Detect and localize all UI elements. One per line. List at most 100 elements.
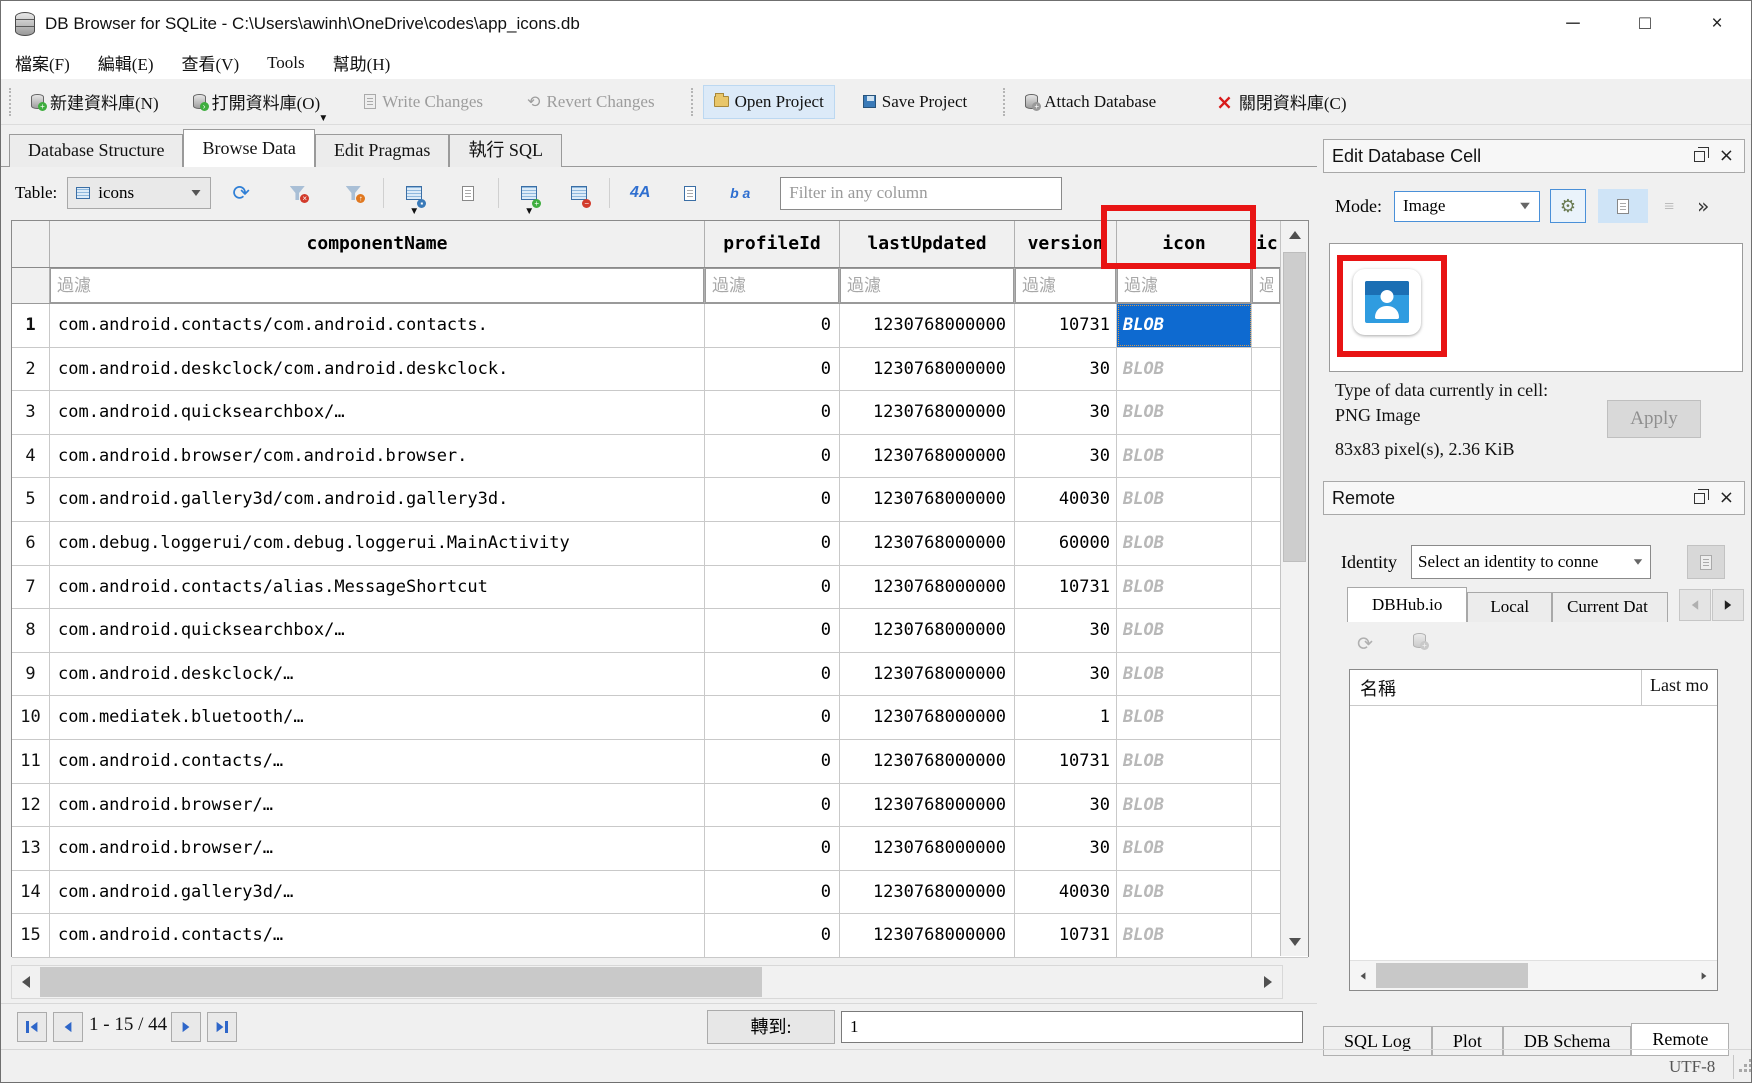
- remote-column-last-modified[interactable]: Last mo: [1642, 670, 1717, 705]
- cell-icon[interactable]: BLOB: [1117, 696, 1252, 739]
- minimize-button[interactable]: ─: [1537, 1, 1609, 46]
- remote-column-name[interactable]: 名稱: [1350, 670, 1642, 705]
- menu-help[interactable]: 幫助(H): [319, 50, 405, 75]
- revert-changes-button[interactable]: ⟲ Revert Changes: [517, 86, 665, 118]
- delete-record-button[interactable]: −: [567, 181, 591, 205]
- cell-partial[interactable]: [1252, 653, 1280, 696]
- tab-scroll-left-button[interactable]: [1679, 589, 1711, 621]
- dock-tab-plot[interactable]: Plot: [1432, 1026, 1503, 1056]
- row-number[interactable]: 6: [12, 522, 50, 565]
- cell-profileId[interactable]: 0: [705, 871, 840, 914]
- remote-database-icon[interactable]: +: [1413, 633, 1426, 648]
- document-format-button[interactable]: [678, 181, 702, 205]
- row-number[interactable]: 11: [12, 740, 50, 783]
- cell-profileId[interactable]: 0: [705, 522, 840, 565]
- cell-componentName[interactable]: com.android.gallery3d/…: [50, 871, 705, 914]
- cell-icon[interactable]: BLOB: [1117, 435, 1252, 478]
- row-number[interactable]: 12: [12, 784, 50, 827]
- filter-lastUpdated[interactable]: [840, 268, 1015, 303]
- cell-partial[interactable]: [1252, 609, 1280, 652]
- cell-profileId[interactable]: 0: [705, 740, 840, 783]
- tab-scroll-right-button[interactable]: [1712, 589, 1744, 621]
- cell-partial[interactable]: [1252, 435, 1280, 478]
- cell-icon[interactable]: BLOB: [1117, 348, 1252, 391]
- column-header-lastUpdated[interactable]: lastUpdated: [840, 221, 1015, 267]
- cell-componentName[interactable]: com.android.quicksearchbox/…: [50, 609, 705, 652]
- row-number[interactable]: 13: [12, 827, 50, 870]
- cell-icon[interactable]: BLOB: [1117, 740, 1252, 783]
- cell-version[interactable]: 30: [1015, 391, 1117, 434]
- scroll-left-button[interactable]: [12, 966, 40, 998]
- new-database-button[interactable]: + 新建資料庫(N): [21, 83, 169, 120]
- tab-dbhub[interactable]: DBHub.io: [1347, 587, 1467, 622]
- word-wrap-icon[interactable]: ≡: [1664, 196, 1673, 217]
- cell-icon[interactable]: BLOB: [1117, 914, 1252, 957]
- cell-profileId[interactable]: 0: [705, 696, 840, 739]
- refresh-button[interactable]: ⟳: [229, 181, 253, 205]
- scroll-down-button[interactable]: [1281, 928, 1308, 956]
- text-format-button[interactable]: b a: [728, 181, 752, 205]
- scroll-thumb[interactable]: [1376, 963, 1528, 988]
- vertical-scrollbar[interactable]: [1280, 221, 1308, 956]
- cell-icon[interactable]: BLOB: [1117, 304, 1252, 347]
- cell-version[interactable]: 30: [1015, 609, 1117, 652]
- cell-partial[interactable]: [1252, 391, 1280, 434]
- cell-icon[interactable]: BLOB: [1117, 784, 1252, 827]
- insert-dropdown-icon[interactable]: ▼: [524, 206, 534, 217]
- cell-lastUpdated[interactable]: 1230768000000: [840, 696, 1015, 739]
- cell-version[interactable]: 1: [1015, 696, 1117, 739]
- cell-componentName[interactable]: com.android.contacts/…: [50, 740, 705, 783]
- cell-version[interactable]: 10731: [1015, 566, 1117, 609]
- tab-local[interactable]: Local: [1467, 592, 1552, 622]
- goto-record-input[interactable]: [841, 1011, 1303, 1043]
- maximize-button[interactable]: □: [1609, 1, 1681, 46]
- auto-detect-button[interactable]: ⚙: [1550, 189, 1586, 223]
- cell-partial[interactable]: [1252, 348, 1280, 391]
- cell-version[interactable]: 40030: [1015, 478, 1117, 521]
- close-database-button[interactable]: × 關閉資料庫(C): [1206, 83, 1356, 120]
- tab-execute-sql[interactable]: 執行 SQL: [449, 134, 562, 167]
- cell-icon[interactable]: BLOB: [1117, 653, 1252, 696]
- clear-filters-button[interactable]: ×: [285, 181, 309, 205]
- filter-any-column-input[interactable]: [780, 177, 1062, 210]
- cell-version[interactable]: 10731: [1015, 914, 1117, 957]
- tab-browse-data[interactable]: Browse Data: [183, 129, 314, 167]
- cell-lastUpdated[interactable]: 1230768000000: [840, 609, 1015, 652]
- row-number[interactable]: 14: [12, 871, 50, 914]
- last-record-button[interactable]: [207, 1012, 237, 1042]
- close-button[interactable]: ×: [1681, 1, 1752, 46]
- cell-partial[interactable]: [1252, 784, 1280, 827]
- cell-componentName[interactable]: com.debug.loggerui/com.debug.loggerui.Ma…: [50, 522, 705, 565]
- cell-partial[interactable]: [1252, 696, 1280, 739]
- tab-edit-pragmas[interactable]: Edit Pragmas: [315, 134, 450, 167]
- cell-profileId[interactable]: 0: [705, 435, 840, 478]
- cell-componentName[interactable]: com.android.contacts/…: [50, 914, 705, 957]
- cell-profileId[interactable]: 0: [705, 566, 840, 609]
- previous-record-button[interactable]: [53, 1012, 83, 1042]
- horizontal-scrollbar[interactable]: [11, 965, 1283, 999]
- cell-componentName[interactable]: com.android.browser/com.android.browser.: [50, 435, 705, 478]
- cell-partial[interactable]: [1252, 914, 1280, 957]
- open-project-button[interactable]: Open Project: [703, 85, 835, 119]
- cell-version[interactable]: 10731: [1015, 740, 1117, 783]
- cell-icon[interactable]: BLOB: [1117, 478, 1252, 521]
- row-number[interactable]: 8: [12, 609, 50, 652]
- vertical-scroll-thumb[interactable]: [1283, 252, 1306, 562]
- cell-profileId[interactable]: 0: [705, 827, 840, 870]
- cell-version[interactable]: 30: [1015, 784, 1117, 827]
- filter-componentName[interactable]: [50, 268, 705, 303]
- row-number[interactable]: 10: [12, 696, 50, 739]
- print-button[interactable]: [456, 181, 480, 205]
- export-dropdown-icon[interactable]: ▼: [409, 206, 419, 217]
- text-view-button[interactable]: [1598, 189, 1648, 223]
- column-header-componentName[interactable]: componentName: [50, 221, 705, 267]
- cell-partial[interactable]: [1252, 522, 1280, 565]
- column-header-profileId[interactable]: profileId: [705, 221, 840, 267]
- cell-lastUpdated[interactable]: 1230768000000: [840, 435, 1015, 478]
- menu-file[interactable]: 檔案(F): [1, 50, 84, 75]
- row-number[interactable]: 2: [12, 348, 50, 391]
- cell-lastUpdated[interactable]: 1230768000000: [840, 566, 1015, 609]
- cell-lastUpdated[interactable]: 1230768000000: [840, 653, 1015, 696]
- filter-version[interactable]: [1015, 268, 1117, 303]
- scroll-right-button[interactable]: [1254, 966, 1282, 998]
